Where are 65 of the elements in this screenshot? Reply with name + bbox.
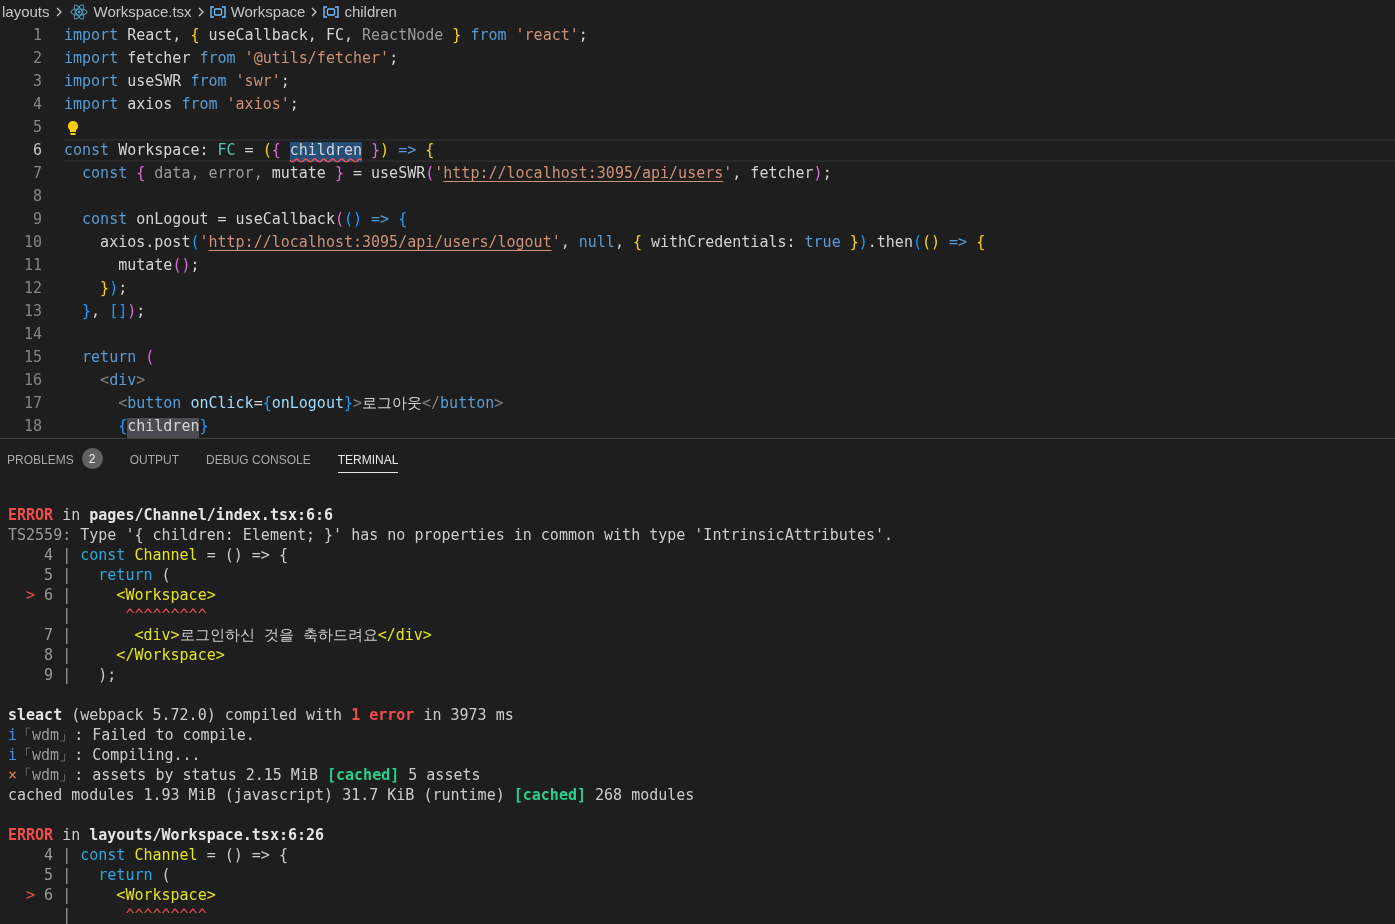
line-number: 5 <box>31 117 42 139</box>
terminal-line: 8 | </Workspace> <box>43 645 225 665</box>
code-line: }, []); <box>81 301 146 323</box>
line-number: 12 <box>22 278 42 300</box>
line-number: 13 <box>22 301 42 323</box>
code-line: const onLogout = useCallback(() => { <box>81 209 408 231</box>
code-line: import React, { useCallback, FC, ReactNode } from 'react'; <box>64 25 588 47</box>
line-number: 1 <box>31 25 42 47</box>
line-number: 4 <box>31 94 42 116</box>
code-line: }); <box>99 278 128 300</box>
terminal-line: > 6 | <Workspace> <box>25 885 216 905</box>
terminal-line: ERROR in pages/Channel/index.tsx:6:6 <box>8 505 334 525</box>
terminal-line: ×「wdm」: assets by status 2.15 MiB [cached] 5 assets <box>8 765 481 785</box>
code-line: import axios from 'axios'; <box>64 94 299 116</box>
code-line: return ( <box>81 347 155 369</box>
line-number: 17 <box>22 393 42 415</box>
terminal-line: | ^^^^^^^^^ <box>61 905 207 924</box>
panel-tab[interactable]: PROBLEMS <box>7 447 74 473</box>
terminal-line: 5 | return ( <box>43 865 171 885</box>
code-line: const { data, error, mutate } = useSWR('http://localhost:3095/api/users', fetcher); <box>81 163 832 185</box>
terminal-line: 4 | const Channel = () => { <box>43 545 288 565</box>
count-badge: 2 <box>81 448 103 469</box>
code-line: const Workspace: FC = ({ children }) => { <box>64 139 435 162</box>
line-number: 14 <box>22 324 42 346</box>
code-line: <div> <box>99 370 146 392</box>
terminal-line: ERROR in layouts/Workspace.tsx:6:26 <box>8 825 325 845</box>
line-number: 6 <box>31 140 42 162</box>
line-number: 15 <box>22 347 42 369</box>
line-number: 16 <box>22 370 42 392</box>
code-line: import fetcher from '@utils/fetcher'; <box>64 48 399 70</box>
terminal-line: 5 | return ( <box>43 565 171 585</box>
breadcrumb-item[interactable]: layouts <box>2 0 50 24</box>
breadcrumb-item[interactable]: Workspace <box>230 0 306 24</box>
line-number: 10 <box>22 232 42 254</box>
atom-icon <box>69 4 88 20</box>
panel-tab[interactable]: OUTPUT <box>129 447 180 473</box>
terminal-line: TS2559: Type '{ children: Element; }' has no properties in common with type 'IntrinsicAttributes'. <box>8 525 894 545</box>
code-line: <button onClick={onLogout}>로그아웃</button> <box>117 393 504 415</box>
terminal-line: > 6 | <Workspace> <box>25 585 216 605</box>
code-line: {children} <box>64 415 209 438</box>
line-number: 8 <box>31 186 42 208</box>
terminal-line: 7 | <div>로그인하신 것을 축하드려요</div> <box>43 625 432 645</box>
terminal-line: i「wdm」: Failed to compile. <box>8 725 255 745</box>
terminal-line: i「wdm」: Compiling... <box>8 745 201 765</box>
symbol-icon <box>323 5 340 19</box>
line-number: 11 <box>22 255 42 277</box>
terminal-line: 9 | ); <box>43 665 117 685</box>
line-number: 7 <box>31 163 42 185</box>
symbol-icon <box>209 5 226 19</box>
terminal-line: cached modules 1.93 MiB (javascript) 31.7 KiB (runtime) [cached] 268 modules <box>8 785 695 805</box>
code-line: import useSWR from 'swr'; <box>64 71 290 93</box>
terminal-line: sleact (webpack 5.72.0) compiled with 1 error in 3973 ms <box>8 705 514 725</box>
code-line: mutate(); <box>117 255 200 277</box>
panel-tab[interactable]: TERMINAL <box>337 447 399 473</box>
breadcrumb-item[interactable]: children <box>344 0 397 24</box>
terminal-line: | ^^^^^^^^^ <box>61 605 207 625</box>
line-number: 2 <box>31 48 42 70</box>
line-number: 3 <box>31 71 42 93</box>
line-number: 9 <box>31 209 42 231</box>
terminal-line: 4 | const Channel = () => { <box>43 845 288 865</box>
code-line: axios.post('http://localhost:3095/api/users/logout', null, { withCredentials: true }).then(() => { <box>99 232 986 254</box>
line-number: 18 <box>22 416 42 438</box>
lightbulb-icon[interactable] <box>67 119 79 136</box>
panel-tab[interactable]: DEBUG CONSOLE <box>206 447 311 473</box>
breadcrumb-item[interactable]: Workspace.tsx <box>93 0 192 24</box>
